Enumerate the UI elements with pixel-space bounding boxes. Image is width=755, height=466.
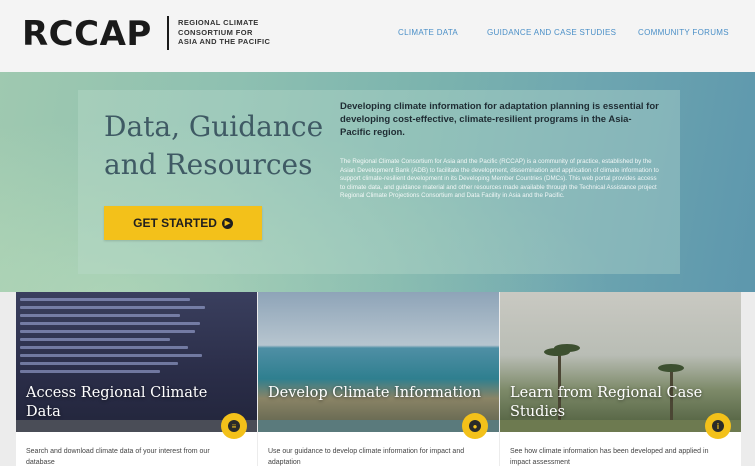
hero-body-text: The Regional Climate Consortium for Asia…: [340, 158, 659, 200]
site-header: RCCAP REGIONAL CLIMATE CONSORTIUM FOR AS…: [0, 0, 755, 72]
card-description: Use our guidance to develop climate info…: [268, 448, 465, 466]
organization-name-line: CONSORTIUM FOR: [178, 27, 253, 37]
info-icon[interactable]: i: [705, 413, 731, 439]
card-access-climate-data[interactable]: Access Regional Climate Data: [16, 292, 257, 466]
organization-name-line: ASIA AND THE PACIFIC: [178, 37, 271, 46]
map-pin-icon[interactable]: ●: [462, 413, 488, 439]
get-started-label: GET STARTED: [133, 216, 217, 230]
card-title[interactable]: Learn from Regional Case Studies: [510, 384, 725, 422]
get-started-button[interactable]: GET STARTED ▶: [104, 206, 262, 240]
card-image-coastline: [258, 292, 499, 432]
hero-lead-text: Developing climate information for adapt…: [340, 101, 659, 138]
nav-community-forums[interactable]: COMMUNITY FORUMS: [638, 28, 729, 37]
card-learn-case-studies[interactable]: Learn from Regional Case Studies: [500, 292, 741, 466]
nav-guidance-and-case-studies[interactable]: GUIDANCE AND CASE STUDIES: [487, 28, 616, 37]
card-description: Search and download climate data of your…: [26, 448, 210, 466]
hero-title: Data, Guidance and Resources: [104, 110, 324, 181]
card-develop-climate-information[interactable]: Develop Climate Information: [258, 292, 499, 466]
organization-name-line: REGIONAL CLIMATE: [178, 18, 259, 27]
nav-climate-data[interactable]: CLIMATE DATA: [398, 28, 458, 37]
site-logo[interactable]: RCCAP: [22, 14, 152, 54]
arrow-circle-right-icon: ▶: [221, 217, 233, 229]
organization-name: REGIONAL CLIMATE CONSORTIUM FOR ASIA AND…: [178, 18, 318, 47]
database-icon[interactable]: ≡: [221, 413, 247, 439]
card-description: See how climate information has been dev…: [510, 448, 709, 466]
card-title[interactable]: Access Regional Climate Data: [26, 384, 241, 422]
logo-divider: [167, 16, 169, 50]
card-title[interactable]: Develop Climate Information: [268, 384, 483, 403]
